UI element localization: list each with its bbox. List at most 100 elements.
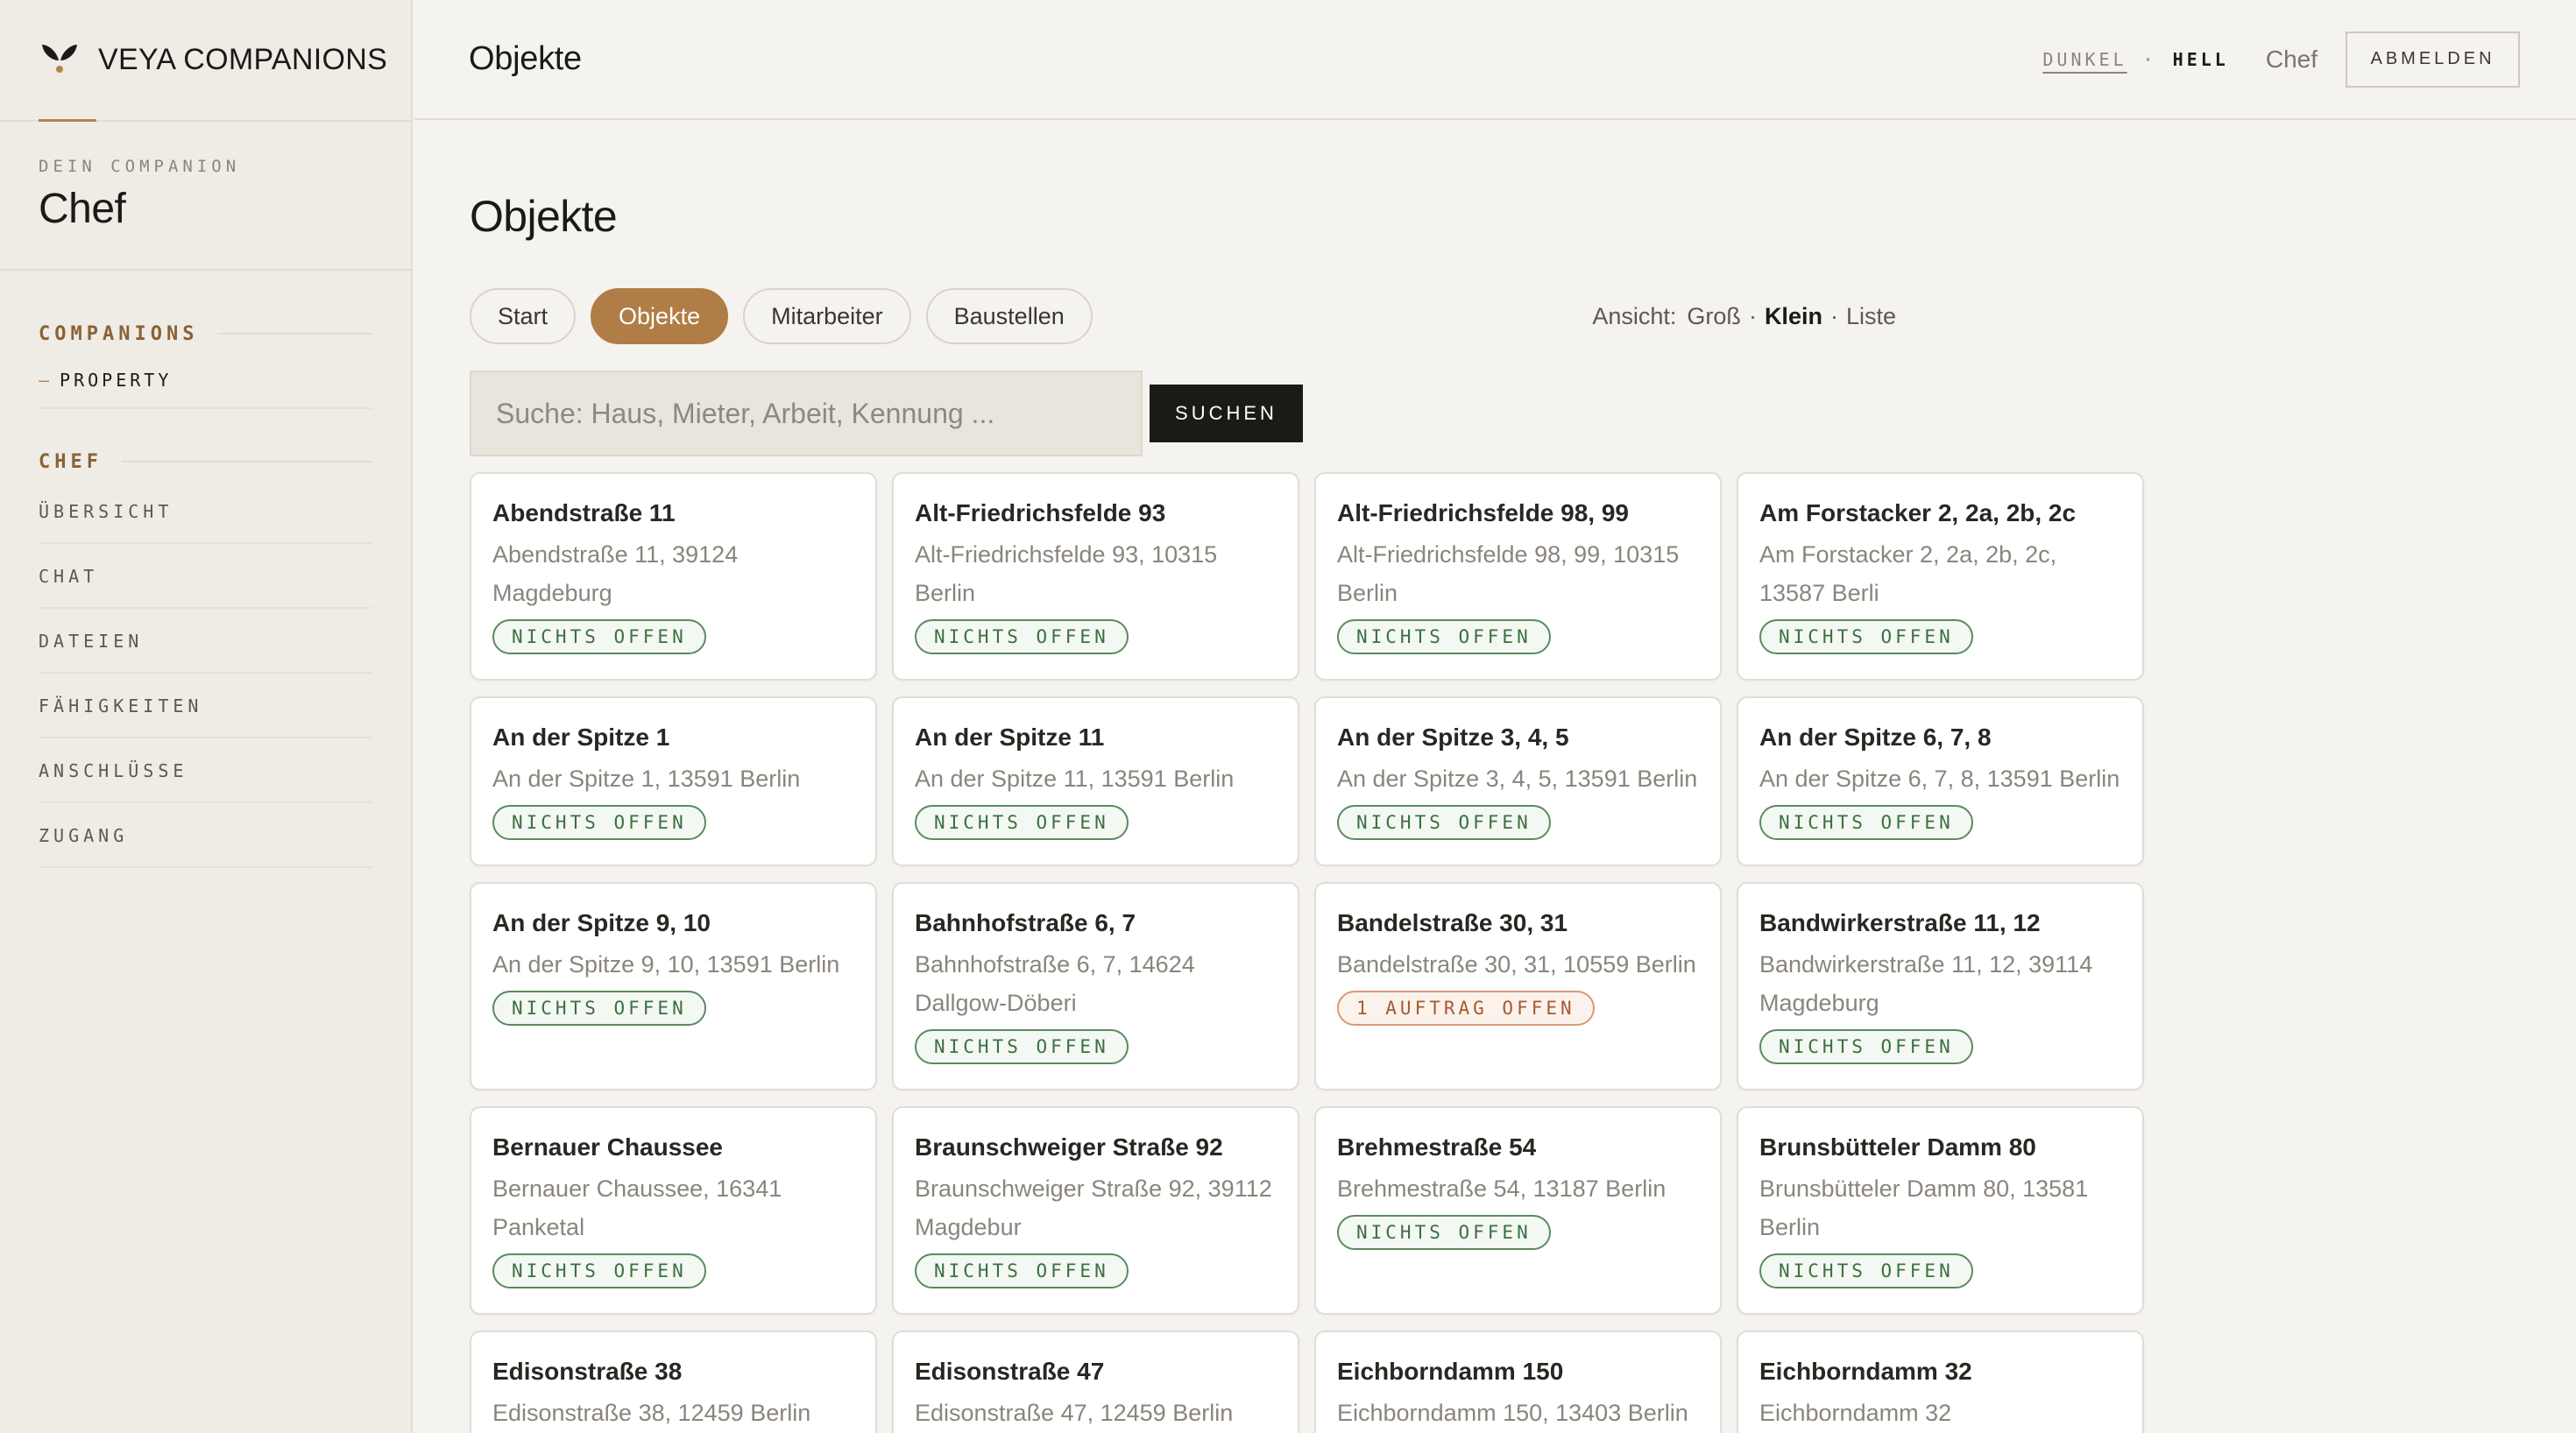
- property-address: An der Spitze 1, 13591 Berlin: [492, 766, 801, 792]
- property-address: Edisonstraße 47, 12459 Berlin: [915, 1400, 1234, 1426]
- view-option-liste[interactable]: Liste: [1846, 303, 1896, 330]
- search-button[interactable]: SUCHEN: [1150, 385, 1303, 442]
- sidebar-item-property[interactable]: — PROPERTY: [39, 351, 372, 409]
- property-title: Braunschweiger Straße 92: [915, 1133, 1223, 1161]
- property-card[interactable]: An der Spitze 3, 4, 5 An der Spitze 3, 4,…: [1314, 696, 1722, 866]
- status-badge: NICHTS OFFEN: [492, 991, 706, 1026]
- topbar-title: Objekte: [469, 40, 582, 77]
- property-card[interactable]: Alt-Friedrichsfelde 93 Alt-Friedrichsfeld…: [892, 472, 1299, 681]
- property-address: Abendstraße 11, 39124 Magdeburg: [492, 541, 739, 606]
- logout-button[interactable]: ABMELDEN: [2346, 31, 2520, 88]
- property-address: Bahnhofstraße 6, 7, 14624 Dallgow-Döberi: [915, 951, 1195, 1016]
- property-title: Edisonstraße 38: [492, 1358, 683, 1385]
- status-badge: NICHTS OFFEN: [1759, 1253, 1973, 1288]
- status-badge: NICHTS OFFEN: [915, 805, 1129, 840]
- property-title: An der Spitze 6, 7, 8: [1759, 724, 1992, 751]
- property-address: Eichborndamm 150, 13403 Berlin: [1337, 1400, 1688, 1426]
- dash-marker: —: [39, 370, 50, 391]
- property-card[interactable]: An der Spitze 6, 7, 8 An der Spitze 6, 7,…: [1737, 696, 2144, 866]
- status-badge: NICHTS OFFEN: [1337, 1215, 1551, 1250]
- topbar-right: DUNKEL · HELL Chef ABMELDEN: [2042, 31, 2520, 88]
- property-card[interactable]: An der Spitze 9, 10 An der Spitze 9, 10, …: [470, 882, 877, 1091]
- sidebar-item-faehigkeiten[interactable]: FÄHIGKEITEN: [39, 674, 372, 738]
- status-badge: NICHTS OFFEN: [915, 1253, 1129, 1288]
- property-address: Eichborndamm 32: [1759, 1400, 1952, 1426]
- divider: [121, 461, 372, 462]
- brand-name: VEYA COMPANIONS: [98, 43, 388, 76]
- property-card[interactable]: Eichborndamm 32 Eichborndamm 32: [1737, 1331, 2144, 1433]
- view-option-gross[interactable]: Groß: [1687, 303, 1741, 330]
- theme-toggle: DUNKEL · HELL: [2042, 49, 2228, 70]
- main-content: Objekte Start Objekte Mitarbeiter Bauste…: [470, 120, 2144, 1433]
- nav-heading-chef-label: CHEF: [39, 450, 103, 473]
- nav-heading-chef: CHEF: [39, 444, 372, 479]
- sidebar-item-chat[interactable]: CHAT: [39, 544, 372, 609]
- property-card[interactable]: Abendstraße 11 Abendstraße 11, 39124 Magd…: [470, 472, 877, 681]
- nav-heading-companions-label: COMPANIONS: [39, 322, 199, 345]
- status-badge: NICHTS OFFEN: [1759, 805, 1973, 840]
- view-option-klein[interactable]: Klein: [1765, 303, 1822, 330]
- property-card[interactable]: An der Spitze 1 An der Spitze 1, 13591 Be…: [470, 696, 877, 866]
- status-badge: NICHTS OFFEN: [1759, 619, 1973, 654]
- theme-separator: ·: [2142, 48, 2157, 70]
- brand[interactable]: VEYA COMPANIONS: [0, 0, 411, 122]
- status-badge: NICHTS OFFEN: [1337, 619, 1551, 654]
- property-title: Bandelstraße 30, 31: [1337, 909, 1568, 936]
- tab-mitarbeiter[interactable]: Mitarbeiter: [743, 288, 911, 344]
- property-card[interactable]: Bernauer Chaussee Bernauer Chaussee, 1634…: [470, 1106, 877, 1315]
- property-card[interactable]: Bandwirkerstraße 11, 12 Bandwirkerstraße …: [1737, 882, 2144, 1091]
- property-address: Alt-Friedrichsfelde 98, 99, 10315 Berlin: [1337, 541, 1680, 606]
- theme-light-link[interactable]: HELL: [2173, 49, 2229, 70]
- property-address: Edisonstraße 38, 12459 Berlin: [492, 1400, 811, 1426]
- property-address: Bandelstraße 30, 31, 10559 Berlin: [1337, 951, 1696, 978]
- tab-start[interactable]: Start: [470, 288, 577, 344]
- property-address: Am Forstacker 2, 2a, 2b, 2c, 13587 Berli: [1759, 541, 2057, 606]
- nav-heading-companions: COMPANIONS: [39, 316, 372, 351]
- property-card[interactable]: Brunsbütteler Damm 80 Brunsbütteler Damm …: [1737, 1106, 2144, 1315]
- property-card[interactable]: Bahnhofstraße 6, 7 Bahnhofstraße 6, 7, 14…: [892, 882, 1299, 1091]
- property-grid: Abendstraße 11 Abendstraße 11, 39124 Magd…: [470, 472, 2144, 1433]
- status-badge: 1 AUFTRAG OFFEN: [1337, 991, 1595, 1026]
- property-title: Am Forstacker 2, 2a, 2b, 2c: [1759, 499, 2077, 526]
- property-address: An der Spitze 6, 7, 8, 13591 Berlin: [1759, 766, 2120, 792]
- status-badge: NICHTS OFFEN: [1337, 805, 1551, 840]
- search-input[interactable]: [470, 371, 1143, 456]
- theme-dark-link[interactable]: DUNKEL: [2042, 49, 2127, 70]
- current-user: Chef: [2265, 45, 2318, 73]
- property-card[interactable]: Brehmestraße 54 Brehmestraße 54, 13187 Be…: [1314, 1106, 1722, 1315]
- property-title: Bandwirkerstraße 11, 12: [1759, 909, 2041, 936]
- search-row: SUCHEN: [470, 371, 2143, 456]
- tab-baustellen[interactable]: Baustellen: [925, 288, 1093, 344]
- property-address: An der Spitze 3, 4, 5, 13591 Berlin: [1337, 766, 1698, 792]
- property-address: Bernauer Chaussee, 16341 Panketal: [492, 1175, 782, 1240]
- property-title: Abendstraße 11: [492, 499, 676, 526]
- property-card[interactable]: An der Spitze 11 An der Spitze 11, 13591 …: [892, 696, 1299, 866]
- property-title: Bernauer Chaussee: [492, 1133, 724, 1161]
- property-card[interactable]: Braunschweiger Straße 92 Braunschweiger S…: [892, 1106, 1299, 1315]
- sidebar-item-uebersicht[interactable]: ÜBERSICHT: [39, 479, 372, 544]
- property-title: Alt-Friedrichsfelde 98, 99: [1337, 499, 1630, 526]
- property-title: Edisonstraße 47: [915, 1358, 1105, 1385]
- property-title: An der Spitze 11: [915, 724, 1105, 751]
- tab-objekte[interactable]: Objekte: [591, 288, 729, 344]
- property-card[interactable]: Edisonstraße 38 Edisonstraße 38, 12459 Be…: [470, 1331, 877, 1433]
- property-card[interactable]: Eichborndamm 150 Eichborndamm 150, 13403 …: [1314, 1331, 1722, 1433]
- sidebar-item-zugang[interactable]: ZUGANG: [39, 803, 372, 868]
- property-card[interactable]: Am Forstacker 2, 2a, 2b, 2c Am Forstacker…: [1737, 472, 2144, 681]
- property-card[interactable]: Edisonstraße 47 Edisonstraße 47, 12459 Be…: [892, 1331, 1299, 1433]
- sidebar-nav: COMPANIONS — PROPERTY CHEF ÜBERSICHT CHAT…: [0, 271, 411, 868]
- sidebar-item-anschluesse[interactable]: ANSCHLÜSSE: [39, 738, 372, 803]
- brand-accent-line: [39, 119, 96, 122]
- property-card[interactable]: Bandelstraße 30, 31 Bandelstraße 30, 31, …: [1314, 882, 1722, 1091]
- sidebar: VEYA COMPANIONS DEIN COMPANION Chef COMP…: [0, 0, 413, 1433]
- veya-logo-icon: [42, 44, 77, 73]
- status-badge: NICHTS OFFEN: [492, 805, 706, 840]
- sidebar-item-dateien[interactable]: DATEIEN: [39, 609, 372, 674]
- divider: [217, 333, 372, 335]
- status-badge: NICHTS OFFEN: [915, 619, 1129, 654]
- property-address: Brunsbütteler Damm 80, 13581 Berlin: [1759, 1175, 2089, 1240]
- property-card[interactable]: Alt-Friedrichsfelde 98, 99 Alt-Friedrichs…: [1314, 472, 1722, 681]
- property-address: Brehmestraße 54, 13187 Berlin: [1337, 1175, 1667, 1202]
- property-title: An der Spitze 3, 4, 5: [1337, 724, 1569, 751]
- sidebar-item-label: PROPERTY: [60, 370, 173, 391]
